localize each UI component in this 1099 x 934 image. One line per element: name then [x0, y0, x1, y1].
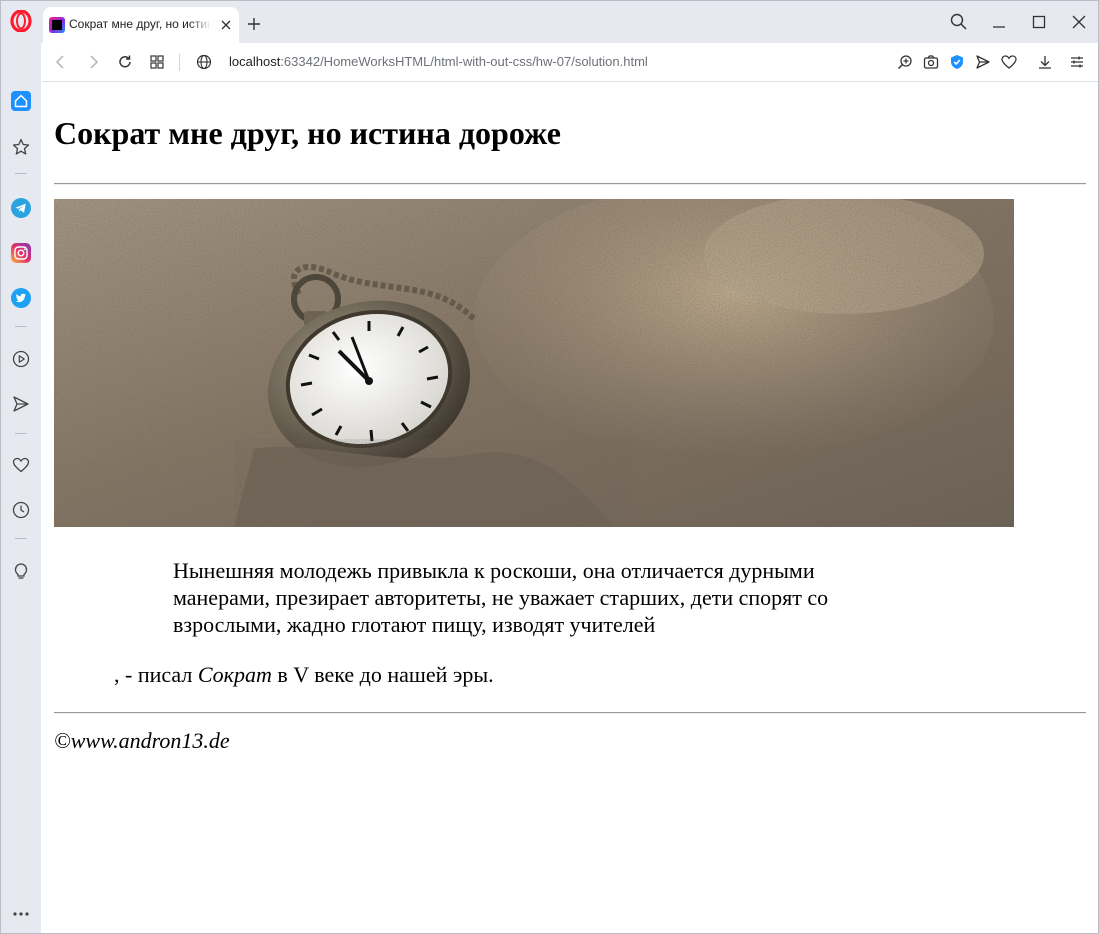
telegram-icon[interactable]: [11, 198, 31, 218]
jetbrains-favicon-icon: [49, 17, 65, 33]
attribution-suffix: в V веке до нашей эры.: [271, 662, 494, 687]
adblock-shield-icon[interactable]: [948, 53, 966, 71]
attribution: , - писал Сократ в V веке до нашей эры.: [114, 662, 494, 688]
close-tab-icon[interactable]: [217, 16, 235, 34]
heart-icon[interactable]: [11, 455, 31, 475]
speed-dial-icon[interactable]: [148, 53, 166, 71]
attribution-prefix: , - писал: [114, 662, 198, 687]
new-tab-icon[interactable]: [245, 15, 263, 33]
close-window-icon[interactable]: [1068, 11, 1090, 33]
sidebar: [1, 43, 41, 933]
pocket-watch-on-sand-image: [54, 199, 1014, 527]
divider-bottom: [54, 712, 1086, 714]
back-icon[interactable]: [52, 53, 70, 71]
player-icon[interactable]: [11, 349, 31, 369]
web-page: Сократ мне друг, но истина дороже Нынешн…: [42, 82, 1098, 933]
globe-icon[interactable]: [195, 53, 213, 71]
copyright-footer: ©www.andron13.de: [54, 728, 230, 753]
url-host: localhost: [229, 54, 281, 69]
snapshot-camera-icon[interactable]: [922, 53, 940, 71]
tab-title: Сократ мне друг, но истина дороже: [69, 17, 211, 31]
tab-strip: Сократ мне друг, но истина дороже: [1, 1, 1098, 43]
minimize-icon[interactable]: [988, 11, 1010, 33]
sidebar-separator: [15, 326, 27, 327]
search-tabs-icon[interactable]: [948, 11, 970, 33]
easy-setup-icon[interactable]: [1068, 53, 1086, 71]
opera-logo-icon[interactable]: [10, 10, 32, 32]
heart-icon[interactable]: [1000, 53, 1018, 71]
maximize-icon[interactable]: [1028, 11, 1050, 33]
sidebar-separator: [15, 173, 27, 174]
home-icon[interactable]: [11, 91, 31, 111]
lightbulb-icon[interactable]: [11, 561, 31, 581]
quote-paragraph: Нынешняя молодежь привыкла к роскоши, он…: [173, 558, 829, 637]
star-icon[interactable]: [11, 137, 31, 157]
zoom-icon[interactable]: [896, 53, 914, 71]
twitter-icon[interactable]: [11, 288, 31, 308]
more-icon[interactable]: [11, 904, 31, 924]
url-path: :63342/HomeWorksHTML/html-with-out-css/h…: [280, 54, 648, 69]
tab-active[interactable]: Сократ мне друг, но истина дороже: [43, 7, 239, 43]
sidebar-separator: [15, 538, 27, 539]
browser-window: Сократ мне друг, но истина дороже: [0, 0, 1099, 934]
download-icon[interactable]: [1036, 53, 1054, 71]
page-heading: Сократ мне друг, но истина дороже: [54, 115, 561, 151]
forward-icon[interactable]: [84, 53, 102, 71]
reload-icon[interactable]: [116, 53, 134, 71]
address-toolbar: localhost:63342/HomeWorksHTML/html-with-…: [42, 43, 1098, 82]
url-field[interactable]: localhost:63342/HomeWorksHTML/html-with-…: [229, 54, 648, 69]
send-icon[interactable]: [11, 394, 31, 414]
send-icon[interactable]: [974, 53, 992, 71]
toolbar-separator: [179, 54, 180, 71]
sidebar-separator: [15, 433, 27, 434]
author-name: Сократ: [197, 662, 272, 687]
history-icon[interactable]: [11, 500, 31, 520]
divider-top: [54, 183, 1086, 185]
instagram-icon[interactable]: [11, 243, 31, 263]
